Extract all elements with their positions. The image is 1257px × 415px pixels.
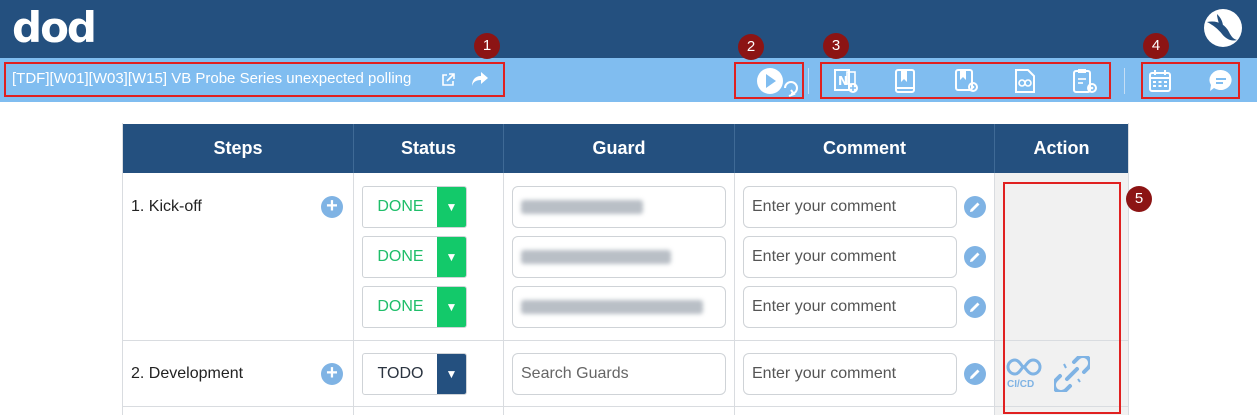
- column-header-steps: Steps: [123, 124, 353, 173]
- comment-field[interactable]: [744, 187, 956, 227]
- header-divider: [994, 124, 995, 173]
- row-divider: [123, 406, 1128, 407]
- comment-input[interactable]: [743, 353, 957, 395]
- edit-comment-button[interactable]: [964, 296, 986, 318]
- caret-down-icon: ▼: [437, 287, 466, 327]
- annotation-badge-5: 5: [1126, 186, 1152, 212]
- toolbar-divider: [1124, 68, 1125, 94]
- annotation-box-run: [734, 62, 804, 99]
- column-header-guard: Guard: [504, 124, 734, 173]
- comment-field[interactable]: [744, 354, 956, 394]
- add-entry-button[interactable]: +: [321, 196, 343, 218]
- pencil-icon: [970, 369, 980, 379]
- comment-field[interactable]: [744, 237, 956, 277]
- guard-field-redacted[interactable]: [512, 186, 726, 228]
- caret-down-icon: ▼: [437, 237, 466, 277]
- annotation-box-action: [1003, 182, 1121, 414]
- status-select[interactable]: DONE ▼: [362, 236, 467, 278]
- pencil-icon: [970, 302, 980, 312]
- annotation-box-calendar-chat: [1141, 62, 1240, 99]
- pencil-icon: [970, 252, 980, 262]
- status-value: DONE: [377, 248, 424, 265]
- status-select[interactable]: TODO ▼: [362, 353, 467, 395]
- step-label-development: 2. Development: [131, 365, 244, 382]
- top-bar: [0, 0, 1257, 58]
- status-value: TODO: [377, 365, 424, 382]
- header-divider: [353, 124, 354, 173]
- status-select[interactable]: DONE ▼: [362, 286, 467, 328]
- guard-search-input[interactable]: [513, 354, 725, 394]
- column-header-status: Status: [354, 124, 503, 173]
- header-divider: [503, 124, 504, 173]
- pencil-icon: [970, 202, 980, 212]
- add-entry-button[interactable]: +: [321, 363, 343, 385]
- app-logo[interactable]: dod: [12, 6, 97, 50]
- annotation-badge-3: 3: [823, 33, 849, 59]
- guard-search[interactable]: [512, 353, 726, 395]
- guard-field-redacted[interactable]: [512, 236, 726, 278]
- annotation-badge-1: 1: [474, 33, 500, 59]
- comment-field[interactable]: [744, 287, 956, 327]
- comment-input[interactable]: [743, 186, 957, 228]
- column-header-comment: Comment: [735, 124, 994, 173]
- comment-input[interactable]: [743, 286, 957, 328]
- brand-bird-icon[interactable]: [1203, 8, 1243, 48]
- annotation-box-tools: [820, 62, 1111, 99]
- edit-comment-button[interactable]: [964, 246, 986, 268]
- status-value: DONE: [377, 198, 424, 215]
- edit-comment-button[interactable]: [964, 196, 986, 218]
- header-divider: [734, 124, 735, 173]
- annotation-badge-2: 2: [738, 34, 764, 60]
- status-select[interactable]: DONE ▼: [362, 186, 467, 228]
- toolbar-divider: [808, 68, 809, 94]
- row-divider: [123, 340, 1128, 341]
- step-label-kickoff: 1. Kick-off: [131, 198, 202, 215]
- annotation-box-title: [4, 62, 505, 97]
- annotation-badge-4: 4: [1143, 33, 1169, 59]
- edit-comment-button[interactable]: [964, 363, 986, 385]
- caret-down-icon: ▼: [437, 187, 466, 227]
- caret-down-icon: ▼: [437, 354, 466, 394]
- status-value: DONE: [377, 298, 424, 315]
- comment-input[interactable]: [743, 236, 957, 278]
- column-header-action: Action: [995, 124, 1128, 173]
- guard-field-redacted[interactable]: [512, 286, 726, 328]
